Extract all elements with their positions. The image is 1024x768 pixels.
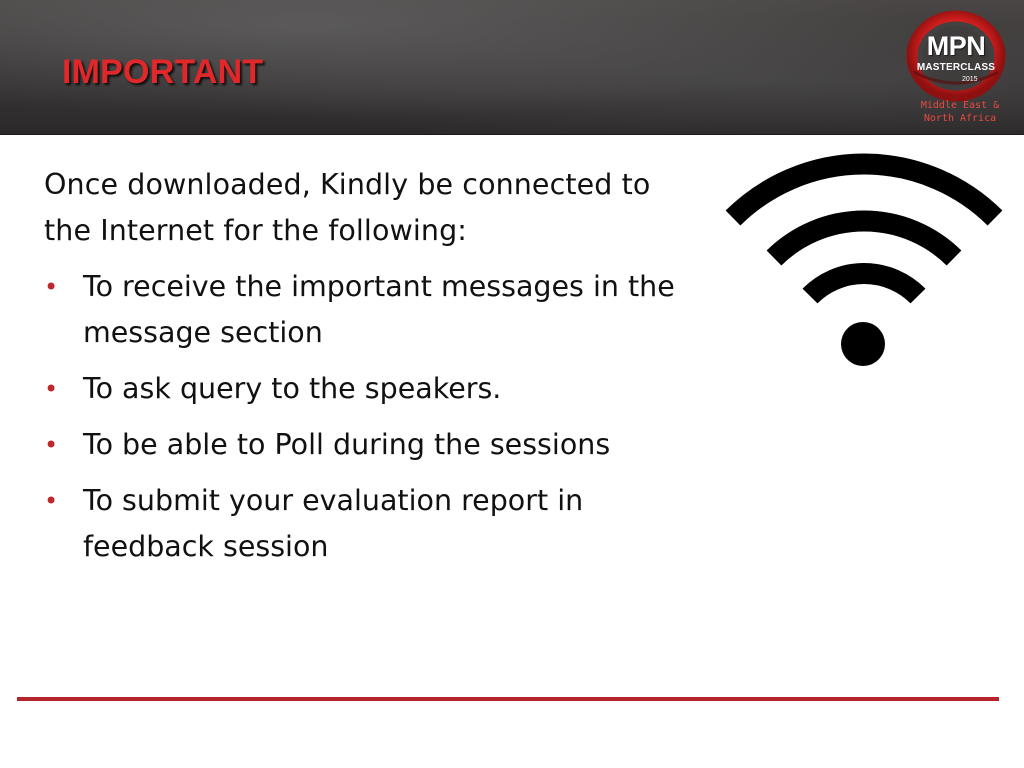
wifi-dot — [841, 322, 885, 366]
logo-region-line1: Middle East & — [920, 100, 1000, 111]
logo-year: 2015 — [962, 76, 978, 83]
mpn-logo: MPN MASTERCLASS 2015 Middle East & North… — [900, 10, 1012, 128]
wifi-arc-middle — [766, 210, 962, 266]
list-item: • To ask query to the speakers. — [44, 366, 704, 412]
slide-body: Once downloaded, Kindly be connected to … — [44, 162, 704, 580]
list-item: • To be able to Poll during the sessions — [44, 422, 704, 468]
list-item: • To receive the important messages in t… — [44, 264, 704, 356]
bullet-marker: • — [44, 431, 59, 459]
logo-name: MPN — [926, 31, 986, 61]
bullet-marker: • — [44, 487, 59, 515]
slide-header: IMPORTANT MPN MASTERCLASS 2015 Middle Ea… — [0, 0, 1024, 135]
wifi-icon — [725, 153, 1003, 366]
bullet-list: • To receive the important messages in t… — [44, 264, 704, 570]
logo-region: Middle East & North Africa — [908, 99, 1012, 125]
slide-title: IMPORTANT — [62, 53, 264, 91]
bullet-marker: • — [44, 273, 59, 301]
wifi-arc-outer — [725, 153, 1003, 226]
list-item: • To submit your evaluation report in fe… — [44, 478, 704, 570]
intro-text: Once downloaded, Kindly be connected to … — [44, 168, 651, 247]
logo-line: MASTERCLASS — [916, 62, 996, 73]
bullet-text: To receive the important messages in the… — [83, 270, 675, 349]
wifi-arc-inner — [802, 263, 926, 304]
bullet-text: To submit your evaluation report in feed… — [83, 484, 584, 563]
footer-divider — [17, 697, 999, 701]
bullet-text: To be able to Poll during the sessions — [83, 428, 611, 461]
logo-region-line2: North Africa — [923, 113, 997, 124]
bullet-marker: • — [44, 375, 59, 403]
bullet-text: To ask query to the speakers. — [83, 372, 502, 405]
